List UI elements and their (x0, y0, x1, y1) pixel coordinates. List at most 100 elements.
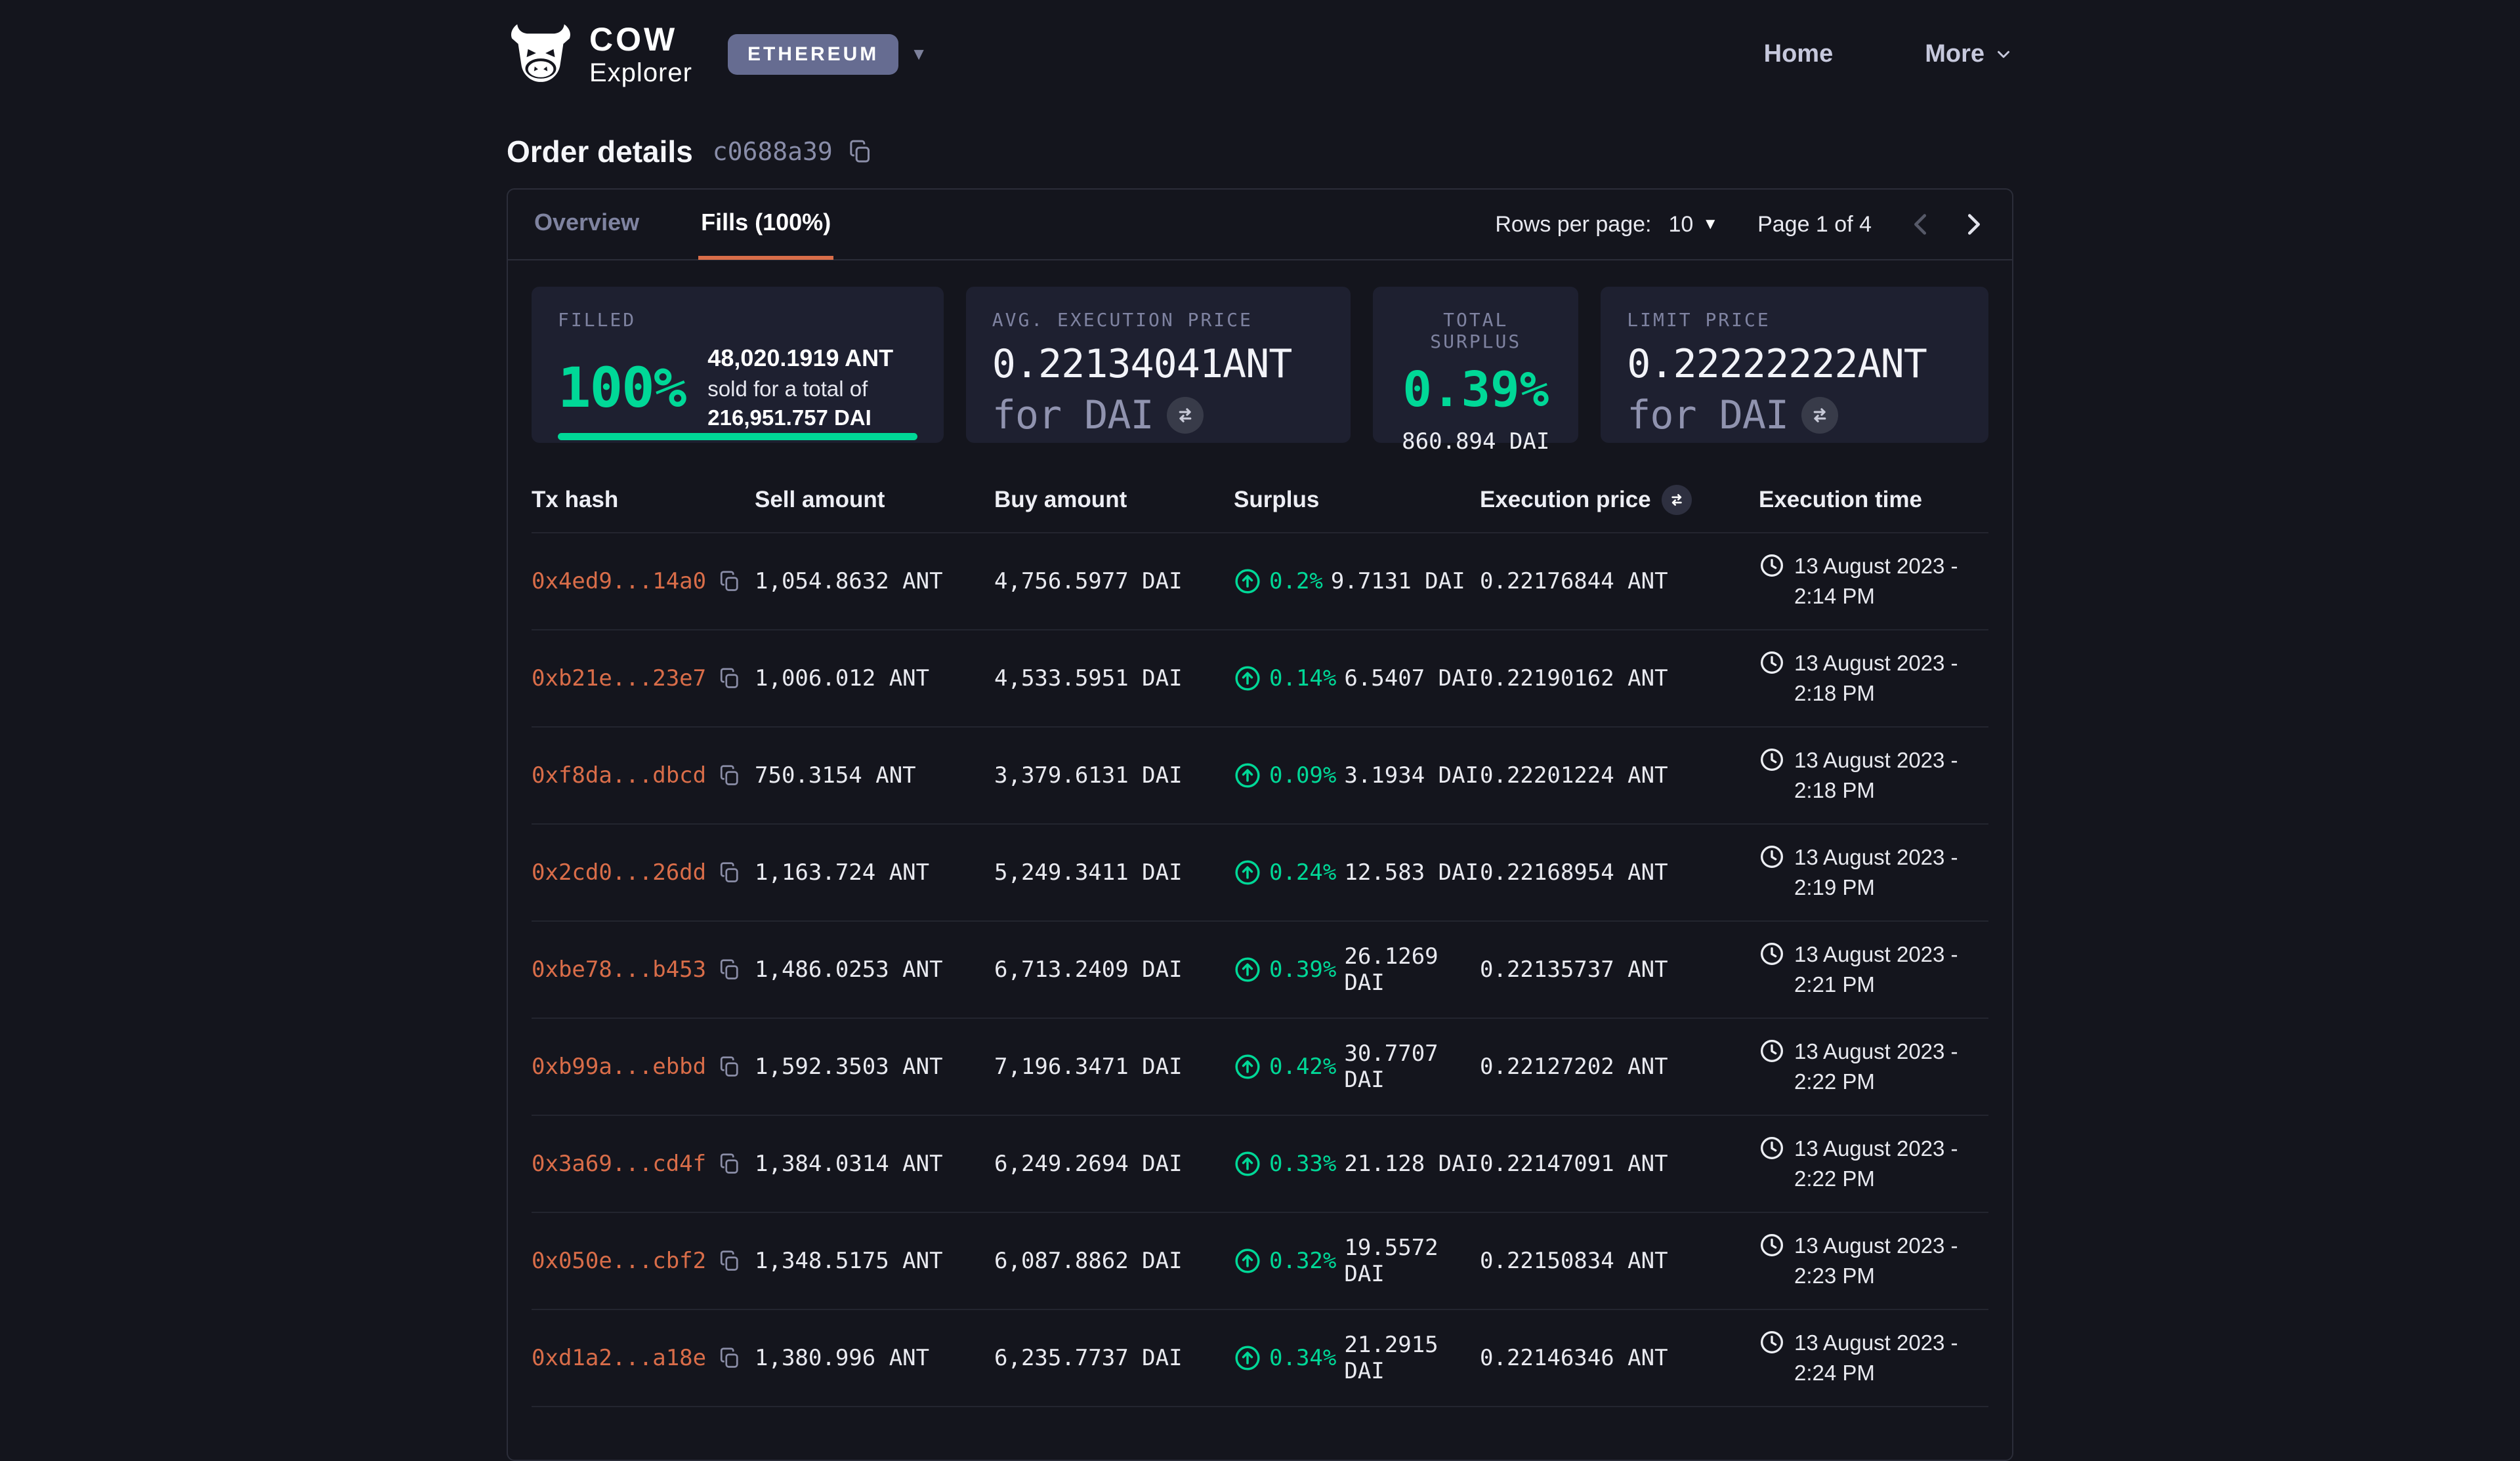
buy-amount: 4,756.5977 DAI (994, 568, 1234, 594)
cow-explorer-logo[interactable]: COW Explorer (507, 23, 692, 86)
copy-order-hash-button[interactable] (847, 138, 873, 165)
tab-overview[interactable]: Overview (532, 189, 642, 260)
surplus-amount: 26.1269 DAI (1344, 943, 1480, 996)
execution-price: 0.22146346 ANT (1480, 1345, 1759, 1371)
filled-amount: 48,020.1919 ANT (707, 342, 917, 375)
execution-time: 13 August 2023 - 2:19 PM (1794, 842, 1991, 903)
page-status: Page 1 of 4 (1757, 212, 1872, 237)
copy-tx-hash-button[interactable] (718, 1346, 742, 1370)
tx-hash-link[interactable]: 0xb21e...23e7 (532, 665, 706, 691)
table-row: 0xbe78...b453 1,486.0253 ANT 6,713.2409 … (532, 920, 1988, 1018)
sell-amount: 1,592.3503 ANT (755, 1054, 994, 1080)
buy-amount: 6,235.7737 DAI (994, 1345, 1234, 1371)
table-row: 0xb99a...ebbd 1,592.3503 ANT 7,196.3471 … (532, 1018, 1988, 1115)
arrow-up-circle-icon (1234, 665, 1261, 692)
surplus-amount: 12.583 DAI (1344, 859, 1479, 886)
swap-arrows-icon (1668, 491, 1686, 509)
clock-icon (1759, 844, 1785, 870)
fill-progress (558, 433, 917, 440)
triangle-down-icon[interactable]: ▼ (910, 44, 927, 64)
sell-amount: 1,163.724 ANT (755, 859, 994, 886)
copy-icon (718, 1346, 742, 1370)
page-title-row: Order details c0688a39 (507, 133, 2013, 170)
sold-prefix: sold for a total of (707, 377, 868, 401)
table-row: 0x3a69...cd4f 1,384.0314 ANT 6,249.2694 … (532, 1115, 1988, 1212)
invert-price-button[interactable] (1167, 397, 1204, 434)
copy-tx-hash-button[interactable] (718, 764, 742, 787)
avg-price-value: 0.22134041ANT (992, 341, 1325, 387)
execution-price: 0.22127202 ANT (1480, 1054, 1759, 1080)
tx-hash-link[interactable]: 0xd1a2...a18e (532, 1345, 706, 1371)
table-bottom-divider (532, 1406, 1988, 1407)
execution-time: 13 August 2023 - 2:24 PM (1794, 1328, 1991, 1388)
copy-icon (718, 958, 742, 981)
surplus-percent: 0.09% (1269, 762, 1336, 789)
buy-amount: 7,196.3471 DAI (994, 1054, 1234, 1080)
previous-page-button[interactable] (1906, 209, 1936, 239)
tab-fills[interactable]: Fills (100%) (698, 189, 833, 260)
tx-hash-link[interactable]: 0x050e...cbf2 (532, 1248, 706, 1274)
avg-execution-price-card: AVG. EXECUTION PRICE 0.22134041ANT for D… (966, 287, 1351, 443)
tx-hash-link[interactable]: 0xb99a...ebbd (532, 1054, 706, 1080)
surplus-percent: 0.39% (1269, 957, 1336, 983)
nav-more-menu[interactable]: More (1925, 40, 2013, 68)
col-tx-hash: Tx hash (532, 487, 755, 513)
app-header: COW Explorer ETHEREUM ▼ Home More (0, 0, 2520, 108)
copy-icon (718, 667, 742, 690)
chevron-down-icon (1994, 45, 2013, 64)
tx-hash-link[interactable]: 0x4ed9...14a0 (532, 568, 706, 594)
surplus-amount: 19.5572 DAI (1344, 1235, 1480, 1287)
execution-time: 13 August 2023 - 2:14 PM (1794, 551, 1991, 611)
next-page-button[interactable] (1958, 209, 1988, 239)
surplus-percent: 0.24% (1269, 859, 1336, 886)
copy-tx-hash-button[interactable] (718, 569, 742, 593)
limit-price-value: 0.22222222ANT (1627, 341, 1962, 387)
arrow-up-circle-icon (1234, 567, 1261, 595)
cow-icon (507, 24, 575, 85)
page-title: Order details (507, 134, 693, 169)
sell-amount: 1,054.8632 ANT (755, 568, 994, 594)
table-row: 0xb21e...23e7 1,006.012 ANT 4,533.5951 D… (532, 629, 1988, 726)
filled-label: FILLED (558, 309, 917, 331)
nav-home-link[interactable]: Home (1764, 40, 1834, 68)
invert-price-column-button[interactable] (1662, 485, 1692, 515)
table-header-row: Tx hash Sell amount Buy amount Surplus E… (532, 472, 1988, 532)
sold-total: 216,951.757 DAI (707, 405, 872, 430)
tx-hash-link[interactable]: 0xf8da...dbcd (532, 762, 706, 789)
summary-cards: FILLED 100% 48,020.1919 ANT sold for a t… (532, 287, 1988, 443)
table-row: 0x050e...cbf2 1,348.5175 ANT 6,087.8862 … (532, 1212, 1988, 1309)
buy-amount: 4,533.5951 DAI (994, 665, 1234, 691)
invert-price-button[interactable] (1801, 397, 1838, 434)
network-selector-badge[interactable]: ETHEREUM (728, 34, 898, 75)
sell-amount: 1,384.0314 ANT (755, 1151, 994, 1177)
copy-tx-hash-button[interactable] (718, 861, 742, 884)
copy-tx-hash-button[interactable] (718, 1152, 742, 1176)
arrow-up-circle-icon (1234, 1344, 1261, 1372)
execution-price: 0.22176844 ANT (1480, 568, 1759, 594)
execution-price: 0.22190162 ANT (1480, 665, 1759, 691)
order-hash: c0688a39 (713, 137, 833, 166)
copy-tx-hash-button[interactable] (718, 1055, 742, 1079)
tx-hash-link[interactable]: 0x2cd0...26dd (532, 859, 706, 886)
execution-time: 13 August 2023 - 2:22 PM (1794, 1037, 1991, 1097)
tx-hash-link[interactable]: 0x3a69...cd4f (532, 1151, 706, 1177)
brand-subtitle: Explorer (589, 60, 692, 86)
execution-time: 13 August 2023 - 2:18 PM (1794, 648, 1991, 709)
arrow-up-circle-icon (1234, 1247, 1261, 1275)
rows-per-page-select[interactable]: 10 ▼ (1668, 212, 1718, 237)
execution-price: 0.22135737 ANT (1480, 957, 1759, 983)
copy-tx-hash-button[interactable] (718, 958, 742, 981)
copy-icon (718, 861, 742, 884)
limit-price-label: LIMIT PRICE (1627, 309, 1962, 331)
surplus-percent: 0.32% (1269, 1248, 1336, 1274)
swap-arrows-icon (1809, 404, 1831, 426)
chevron-right-icon (1958, 209, 1988, 239)
table-row: 0xf8da...dbcd 750.3154 ANT 3,379.6131 DA… (532, 726, 1988, 823)
copy-tx-hash-button[interactable] (718, 1249, 742, 1273)
total-surplus-percent: 0.39% (1399, 361, 1552, 418)
copy-tx-hash-button[interactable] (718, 667, 742, 690)
tx-hash-link[interactable]: 0xbe78...b453 (532, 957, 706, 983)
brand-name: COW (589, 23, 692, 56)
surplus-percent: 0.14% (1269, 665, 1336, 691)
main-nav: Home More (1764, 40, 2013, 68)
